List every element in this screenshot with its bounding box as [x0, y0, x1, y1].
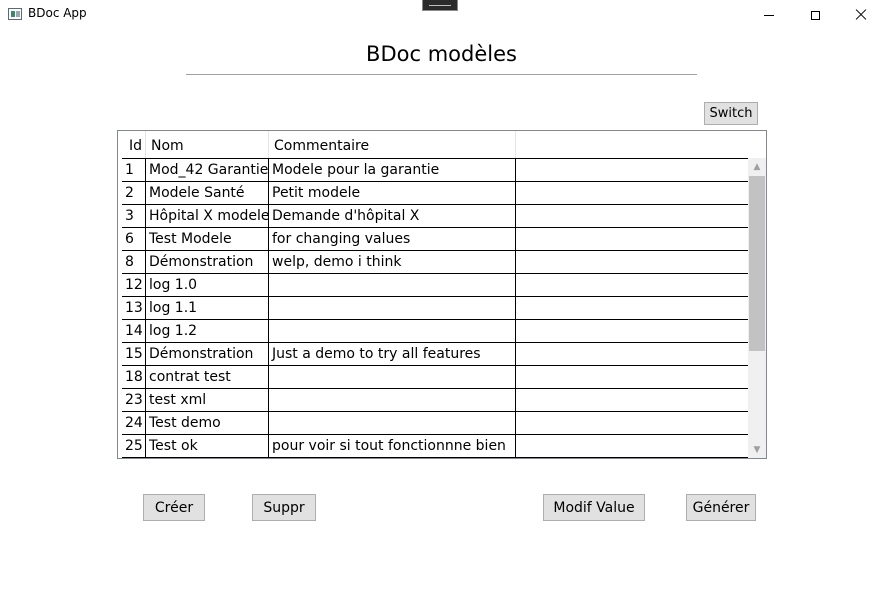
- cell-nom[interactable]: Test Modele: [146, 228, 269, 250]
- drag-handle-icon[interactable]: [422, 0, 458, 11]
- create-button[interactable]: Créer: [143, 494, 205, 521]
- table-row[interactable]: 24 Test demo: [122, 412, 748, 435]
- cell-commentaire[interactable]: [269, 412, 516, 434]
- minimize-button[interactable]: [746, 0, 792, 30]
- cell-nom[interactable]: Modele Santé: [146, 182, 269, 204]
- column-header-id[interactable]: Id: [122, 131, 146, 158]
- cell-filler[interactable]: [516, 389, 748, 411]
- cell-commentaire[interactable]: [269, 389, 516, 411]
- cell-filler[interactable]: [516, 182, 748, 204]
- cell-filler[interactable]: [516, 412, 748, 434]
- cell-nom[interactable]: contrat test: [146, 366, 269, 388]
- cell-nom[interactable]: Test ok: [146, 435, 269, 457]
- cell-commentaire[interactable]: for changing values: [269, 228, 516, 250]
- cell-commentaire[interactable]: [269, 274, 516, 296]
- cell-filler[interactable]: [516, 366, 748, 388]
- cell-commentaire[interactable]: pour voir si tout fonctionnne bien: [269, 435, 516, 457]
- cell-id[interactable]: 18: [122, 366, 146, 388]
- column-header-commentaire[interactable]: Commentaire: [269, 131, 516, 158]
- cell-nom[interactable]: Démonstration: [146, 343, 269, 365]
- cell-filler[interactable]: [516, 228, 748, 250]
- table-header: Id Nom Commentaire: [118, 131, 766, 158]
- cell-commentaire[interactable]: [269, 320, 516, 342]
- table-row[interactable]: 8 Démonstration welp, demo i think: [122, 251, 748, 274]
- cell-nom[interactable]: log 1.1: [146, 297, 269, 319]
- switch-button[interactable]: Switch: [704, 102, 758, 125]
- cell-filler[interactable]: [516, 159, 748, 181]
- cell-commentaire[interactable]: welp, demo i think: [269, 251, 516, 273]
- scrollbar-thumb[interactable]: [749, 176, 765, 351]
- cell-id[interactable]: 14: [122, 320, 146, 342]
- cell-filler[interactable]: [516, 320, 748, 342]
- close-button[interactable]: [838, 0, 882, 30]
- column-header-filler: [516, 131, 748, 158]
- table-row[interactable]: 3 Hôpital X modele Demande d'hôpital X: [122, 205, 748, 228]
- cell-id[interactable]: 12: [122, 274, 146, 296]
- cell-id[interactable]: 25: [122, 435, 146, 457]
- delete-button[interactable]: Suppr: [252, 494, 316, 521]
- page-title: BDoc modèles: [366, 42, 517, 66]
- column-header-nom[interactable]: Nom: [146, 131, 269, 158]
- table-row[interactable]: 18 contrat test: [122, 366, 748, 389]
- app-window: BDoc App BDoc modèles Switch Id Nom Comm…: [0, 0, 882, 592]
- cell-nom[interactable]: Test demo: [146, 412, 269, 434]
- cell-filler[interactable]: [516, 274, 748, 296]
- cell-commentaire[interactable]: [269, 366, 516, 388]
- cell-filler[interactable]: [516, 205, 748, 227]
- cell-filler[interactable]: [516, 435, 748, 457]
- scroll-down-icon[interactable]: ▼: [748, 441, 766, 458]
- cell-id[interactable]: 2: [122, 182, 146, 204]
- cell-id[interactable]: 23: [122, 389, 146, 411]
- title-divider: [186, 74, 697, 75]
- cell-id[interactable]: 13: [122, 297, 146, 319]
- models-table[interactable]: Id Nom Commentaire 1 Mod_42 Garantie Mod…: [117, 130, 767, 459]
- cell-id[interactable]: 6: [122, 228, 146, 250]
- cell-commentaire[interactable]: Petit modele: [269, 182, 516, 204]
- maximize-icon: [810, 10, 820, 20]
- cell-id[interactable]: 24: [122, 412, 146, 434]
- cell-filler[interactable]: [516, 297, 748, 319]
- vertical-scrollbar[interactable]: ▲ ▼: [748, 158, 766, 458]
- table-row[interactable]: 2 Modele Santé Petit modele: [122, 182, 748, 205]
- table-row[interactable]: 6 Test Modele for changing values: [122, 228, 748, 251]
- table-row[interactable]: 14 log 1.2: [122, 320, 748, 343]
- cell-commentaire[interactable]: Demande d'hôpital X: [269, 205, 516, 227]
- window-title: BDoc App: [28, 6, 87, 20]
- cell-nom[interactable]: log 1.0: [146, 274, 269, 296]
- scroll-up-icon[interactable]: ▲: [748, 158, 766, 175]
- cell-nom[interactable]: test xml: [146, 389, 269, 411]
- minimize-icon: [764, 14, 774, 16]
- app-icon: [8, 8, 22, 20]
- cell-filler[interactable]: [516, 343, 748, 365]
- cell-id[interactable]: 15: [122, 343, 146, 365]
- cell-commentaire[interactable]: [269, 297, 516, 319]
- cell-id[interactable]: 8: [122, 251, 146, 273]
- table-row[interactable]: 25 Test ok pour voir si tout fonctionnne…: [122, 435, 748, 458]
- cell-commentaire[interactable]: Just a demo to try all features: [269, 343, 516, 365]
- table-row[interactable]: 15 Démonstration Just a demo to try all …: [122, 343, 748, 366]
- table-row[interactable]: 1 Mod_42 Garantie Modele pour la garanti…: [122, 159, 748, 182]
- table-row[interactable]: 12 log 1.0: [122, 274, 748, 297]
- modify-value-button[interactable]: Modif Value: [543, 494, 645, 521]
- cell-commentaire[interactable]: Modele pour la garantie: [269, 159, 516, 181]
- cell-nom[interactable]: Hôpital X modele: [146, 205, 269, 227]
- maximize-button[interactable]: [792, 0, 838, 30]
- title-bar[interactable]: BDoc App: [0, 0, 882, 30]
- table-row[interactable]: 13 log 1.1: [122, 297, 748, 320]
- cell-nom[interactable]: log 1.2: [146, 320, 269, 342]
- cell-nom[interactable]: Démonstration: [146, 251, 269, 273]
- table-row[interactable]: 23 test xml: [122, 389, 748, 412]
- close-icon: [855, 9, 867, 21]
- cell-id[interactable]: 1: [122, 159, 146, 181]
- generate-button[interactable]: Générer: [686, 494, 756, 521]
- cell-id[interactable]: 3: [122, 205, 146, 227]
- cell-nom[interactable]: Mod_42 Garantie: [146, 159, 269, 181]
- cell-filler[interactable]: [516, 251, 748, 273]
